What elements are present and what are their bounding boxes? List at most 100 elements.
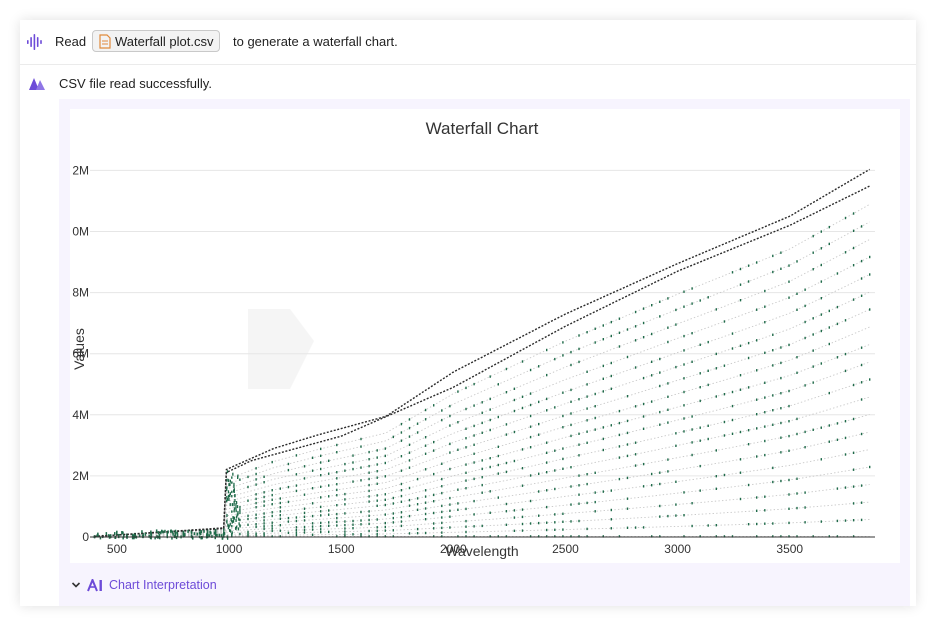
data-point [642, 321, 645, 325]
data-point [860, 484, 863, 487]
data-point [376, 532, 378, 536]
data-point [699, 426, 701, 429]
data-point [320, 447, 322, 451]
data-point [336, 451, 338, 454]
data-point [295, 473, 298, 476]
data-point [642, 307, 645, 310]
data-point [384, 461, 386, 465]
data-point [529, 522, 532, 525]
data-point [618, 456, 621, 459]
data-point [869, 465, 871, 469]
waterfall-chart: 02M4M6M8M0M2M 500 1000 1500 2000 2500 3000 350… [71, 119, 875, 559]
data-point [384, 525, 386, 529]
data-point [449, 467, 451, 471]
data-point [651, 360, 653, 363]
data-point [610, 527, 612, 530]
data-point [804, 320, 806, 324]
data-point [311, 522, 314, 525]
data-point [578, 484, 580, 487]
data-point [433, 404, 435, 407]
chart-interpretation-label: Chart Interpretation [109, 578, 217, 592]
x-axis-label: Wavelength [445, 543, 518, 559]
data-point [820, 458, 822, 461]
series-line [94, 168, 870, 538]
data-point [226, 495, 228, 499]
data-point [433, 440, 435, 444]
x-tick-label: 1000 [216, 542, 243, 556]
data-point [642, 402, 645, 406]
data-point [626, 526, 629, 529]
data-point [481, 431, 483, 434]
data-point [416, 503, 419, 506]
data-point [449, 509, 451, 512]
data-point [804, 304, 806, 308]
data-point [772, 409, 774, 412]
data-point [227, 490, 230, 494]
series-3 [93, 204, 870, 538]
data-point [642, 462, 645, 466]
data-point [368, 529, 370, 533]
data-point [368, 518, 370, 522]
data-point [578, 398, 580, 401]
data-point [344, 523, 346, 527]
data-point [336, 477, 338, 480]
data-point [328, 524, 330, 527]
data-point [287, 485, 290, 489]
data-point [610, 361, 612, 365]
data-point [772, 423, 774, 426]
data-point [562, 447, 564, 450]
data-point [255, 513, 257, 516]
data-point [424, 512, 427, 516]
data-point [416, 497, 419, 500]
data-point [473, 434, 475, 437]
data-point [796, 371, 798, 374]
data-point [586, 441, 588, 444]
data-point [562, 528, 564, 531]
data-point [497, 383, 499, 386]
data-point [384, 493, 386, 496]
data-point [263, 512, 265, 515]
series-11 [94, 344, 870, 538]
data-point [642, 485, 645, 488]
data-point [675, 444, 677, 447]
data-point [170, 529, 172, 533]
data-point [233, 509, 235, 513]
data-point [263, 500, 265, 503]
data-point [538, 521, 540, 525]
data-point [376, 482, 378, 485]
data-point [233, 516, 236, 520]
data-point [344, 527, 346, 530]
data-point [586, 473, 588, 476]
data-point [844, 251, 847, 254]
data-point [852, 229, 855, 232]
data-point [481, 401, 483, 404]
data-point [546, 528, 548, 532]
data-point [756, 339, 758, 342]
data-point [368, 458, 370, 461]
data-point [400, 482, 403, 486]
file-attachment-chip[interactable]: Waterfall plot.csv [92, 30, 220, 52]
data-point [731, 390, 734, 394]
data-point [594, 471, 596, 474]
data-point [586, 527, 588, 531]
data-point [400, 455, 403, 458]
data-point [271, 521, 273, 524]
data-point [578, 443, 580, 446]
data-point [788, 389, 790, 393]
data-point [228, 494, 231, 498]
data-point [400, 431, 403, 434]
data-point [578, 474, 580, 477]
data-point [239, 478, 241, 481]
data-point [529, 414, 532, 418]
data-point [667, 326, 669, 329]
data-point [828, 326, 830, 329]
data-point [360, 437, 362, 441]
data-point [844, 420, 847, 423]
data-point [723, 434, 726, 437]
data-point [820, 329, 822, 333]
data-point [804, 336, 806, 340]
data-point [626, 443, 629, 446]
data-point [804, 384, 806, 387]
data-point [828, 309, 830, 313]
data-point [586, 383, 588, 386]
